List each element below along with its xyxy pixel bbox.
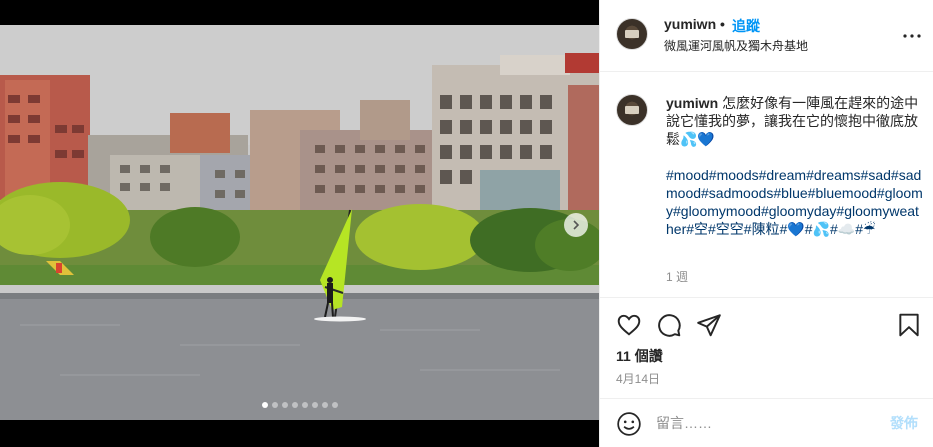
more-horizontal-icon [903,34,921,38]
post-media [0,0,599,447]
post-location[interactable]: 微風運河風帆及獨木舟基地 [664,37,808,54]
carousel-indicator [0,402,599,408]
heart-icon [617,314,641,336]
share-icon [697,314,721,337]
carousel-dot [271,402,278,408]
caption-section: yumiwn 怎麼好像有一陣風在趕來的途中說它懂我的夢，讓我在它的懷抱中徹底放鬆💦… [600,72,933,297]
post-caption: yumiwn 怎麼好像有一陣風在趕來的途中說它懂我的夢，讓我在它的懷抱中徹底放鬆💦… [666,94,924,238]
carousel-dot [291,402,298,408]
comment-bar: 發佈 [600,398,933,447]
post-username[interactable]: yumiwn [664,16,716,32]
avatar[interactable] [616,18,648,50]
save-button[interactable] [896,312,922,338]
share-button[interactable] [696,312,722,338]
carousel-dot [331,402,338,408]
post-header: yumiwn • 追蹤 微風運河風帆及獨木舟基地 [600,0,933,72]
emoji-button[interactable] [616,411,642,437]
post-side-panel: yumiwn • 追蹤 微風運河風帆及獨木舟基地 yumiwn 怎麼好像有一陣風在… [599,0,933,447]
bookmark-icon [899,313,919,337]
comment-input[interactable] [656,411,876,435]
like-button[interactable] [616,312,642,338]
comment-icon [658,314,681,337]
comment-button[interactable] [656,312,682,338]
caption-avatar[interactable] [616,94,648,126]
emoji-icon [617,412,641,436]
chevron-right-icon [573,220,580,230]
likes-count[interactable]: 11 個讚 [616,346,663,366]
carousel-dot [261,402,268,408]
carousel-dot [311,402,318,408]
windsurfing-photo [0,25,599,420]
caption-username[interactable]: yumiwn [666,95,718,111]
carousel-dot [321,402,328,408]
post-comment-button[interactable]: 發佈 [890,413,918,433]
post-photo[interactable] [0,25,599,420]
follow-separator: • [720,16,725,32]
caption-time[interactable]: 1 週 [666,268,688,285]
post-actions: 11 個讚 4月14日 [600,297,933,407]
next-slide-button[interactable] [564,213,588,237]
carousel-dot [281,402,288,408]
post-date[interactable]: 4月14日 [616,370,660,387]
caption-hashtags[interactable]: #mood#moods#dream#dreams#sad#sadmood#sad… [666,166,924,238]
follow-button[interactable]: 追蹤 [732,16,760,36]
more-options-button[interactable] [902,26,922,46]
carousel-dot [301,402,308,408]
